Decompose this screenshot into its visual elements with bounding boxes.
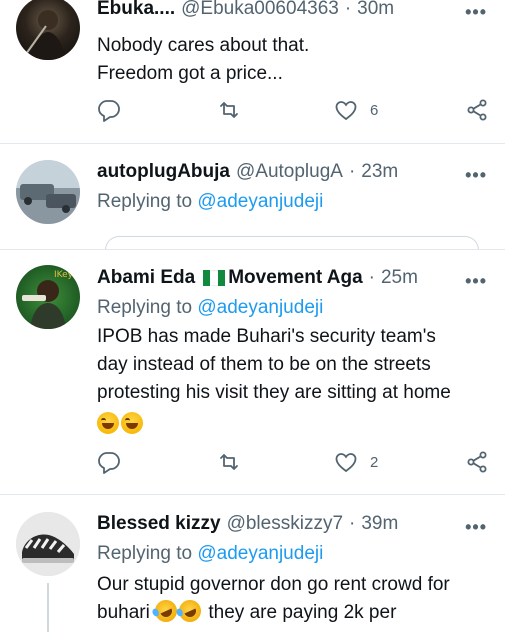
tweet-actions: 6 bbox=[97, 98, 492, 128]
tweet-text-fragment: they are paying 2k per bbox=[208, 602, 397, 623]
separator: · bbox=[344, 0, 352, 19]
tweet-text: Our stupid governor don go rent crowd fo… bbox=[97, 571, 450, 627]
tweet-header: Ebuka.... @Ebuka00604363 · 30m bbox=[97, 0, 394, 20]
tweet-text-fragment: buhari bbox=[97, 602, 150, 623]
avatar[interactable] bbox=[16, 160, 80, 224]
tweet-blessed-kizzy[interactable]: Blessed kizzy @blesskizzy7 · 39m ••• Rep… bbox=[0, 495, 505, 632]
tweet-autoplugabuja[interactable]: autoplugAbuja @AutoplugA · 23m ••• Reply… bbox=[0, 144, 505, 249]
tweet-header: autoplugAbuja @AutoplugA · 23m bbox=[97, 161, 398, 183]
tweet-header: Blessed kizzy @blesskizzy7 · 39m bbox=[97, 513, 398, 535]
avatar-image bbox=[16, 160, 80, 224]
display-name-suffix[interactable]: Movement Aga bbox=[228, 267, 362, 289]
replying-to: Replying to @adeyanjudeji bbox=[97, 191, 323, 213]
replying-to: Replying to @adeyanjudeji bbox=[97, 543, 323, 565]
handle[interactable]: @blesskizzy7 bbox=[227, 513, 343, 535]
timestamp[interactable]: 25m bbox=[381, 267, 418, 289]
tweet-abami-eda[interactable]: IKey Abami Eda Movement Aga · 25m ••• Re… bbox=[0, 250, 505, 494]
replying-to-label: Replying to bbox=[97, 543, 193, 564]
replying-to-handle[interactable]: @adeyanjudeji bbox=[197, 191, 323, 212]
tweet-text-line: buhari they are paying 2k per bbox=[97, 596, 450, 627]
separator: · bbox=[348, 161, 356, 182]
tweet-header: Abami Eda Movement Aga · 25m bbox=[97, 267, 418, 289]
tweet-text: IPOB has made Buhari's security team's d… bbox=[97, 323, 451, 437]
reply-button[interactable] bbox=[97, 98, 121, 122]
handle[interactable]: @AutoplugA bbox=[236, 161, 343, 183]
separator: · bbox=[349, 513, 356, 534]
tweet-actions: 2 bbox=[97, 450, 492, 480]
display-name[interactable]: Abami Eda bbox=[97, 267, 195, 289]
replying-to-handle[interactable]: @adeyanjudeji bbox=[197, 543, 323, 564]
more-icon[interactable]: ••• bbox=[465, 165, 487, 186]
retweet-icon bbox=[220, 102, 238, 118]
tweet-text-line: IPOB has made Buhari's security team's bbox=[97, 326, 436, 347]
separator: · bbox=[368, 267, 375, 288]
avatar-image bbox=[16, 512, 80, 576]
tweet-text-line: Freedom got a price... bbox=[97, 63, 283, 84]
share-icon bbox=[467, 99, 487, 121]
retweet-button[interactable] bbox=[217, 98, 241, 122]
like-button[interactable]: 2 bbox=[334, 450, 378, 474]
tweet-text-line: Our stupid governor don go rent crowd fo… bbox=[97, 574, 450, 595]
timestamp[interactable]: 39m bbox=[361, 513, 398, 535]
timestamp[interactable]: 30m bbox=[357, 0, 394, 20]
like-count: 2 bbox=[370, 453, 379, 471]
more-icon[interactable]: ••• bbox=[465, 517, 487, 538]
avatar[interactable]: IKey bbox=[16, 265, 80, 329]
avatar-image bbox=[25, 10, 66, 60]
tweet-ebuka[interactable]: Ebuka.... @Ebuka00604363 · 30m ••• Nobod… bbox=[0, 0, 505, 143]
timestamp[interactable]: 23m bbox=[361, 161, 398, 183]
share-icon bbox=[467, 451, 487, 473]
like-count: 6 bbox=[370, 101, 379, 119]
tweet-text-line: day instead of them to be on the streets bbox=[97, 354, 431, 375]
replying-to-handle[interactable]: @adeyanjudeji bbox=[197, 297, 323, 318]
avatar[interactable] bbox=[16, 0, 80, 60]
display-name[interactable]: Ebuka.... bbox=[97, 0, 175, 20]
svg-text:IKey: IKey bbox=[54, 270, 74, 280]
replying-to: Replying to @adeyanjudeji bbox=[97, 297, 323, 319]
display-name[interactable]: autoplugAbuja bbox=[97, 161, 230, 183]
laughing-emoji-icon bbox=[97, 412, 119, 434]
retweet-button[interactable] bbox=[217, 450, 241, 474]
like-icon bbox=[335, 101, 357, 121]
more-icon[interactable]: ••• bbox=[465, 2, 487, 23]
share-button[interactable] bbox=[465, 450, 489, 474]
like-button[interactable]: 6 bbox=[334, 98, 378, 122]
avatar[interactable] bbox=[16, 512, 80, 576]
emoji-line bbox=[97, 407, 451, 437]
replying-to-label: Replying to bbox=[97, 297, 193, 318]
share-button[interactable] bbox=[465, 98, 489, 122]
like-icon bbox=[335, 453, 357, 473]
reply-button[interactable] bbox=[97, 450, 121, 474]
handle[interactable]: @Ebuka00604363 bbox=[181, 0, 339, 20]
tweet-text-line: Nobody cares about that. bbox=[97, 35, 310, 56]
laughing-emoji-icon bbox=[121, 412, 143, 434]
retweet-icon bbox=[220, 454, 238, 470]
reply-icon bbox=[98, 452, 120, 474]
rofl-emoji-icon bbox=[175, 596, 205, 626]
more-icon[interactable]: ••• bbox=[465, 271, 487, 292]
thread-connector bbox=[47, 583, 49, 632]
display-name[interactable]: Blessed kizzy bbox=[97, 513, 221, 535]
tweet-text-line: protesting his visit they are sitting at… bbox=[97, 382, 451, 403]
nigeria-flag-icon bbox=[203, 270, 226, 286]
tweet-text: Nobody cares about that. Freedom got a p… bbox=[97, 32, 309, 88]
replying-to-label: Replying to bbox=[97, 191, 193, 212]
avatar-image: IKey bbox=[22, 270, 74, 329]
media-card-edge[interactable] bbox=[105, 236, 479, 250]
reply-icon bbox=[98, 100, 120, 122]
